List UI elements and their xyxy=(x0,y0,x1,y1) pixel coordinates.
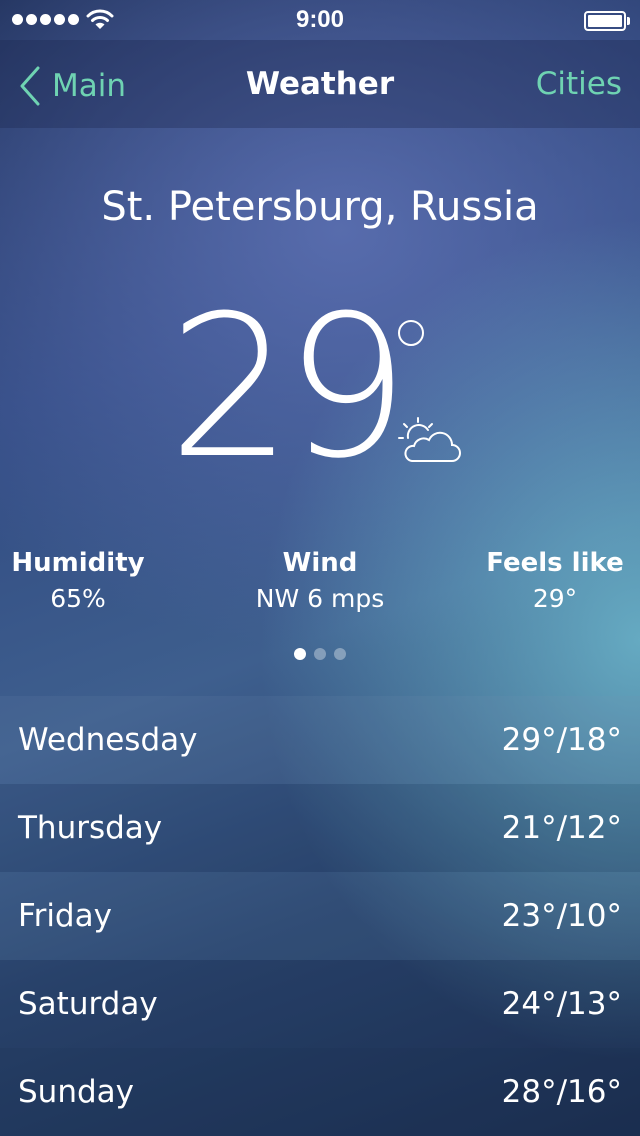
humidity-detail: Humidity 65% xyxy=(0,548,156,613)
status-bar: 9:00 xyxy=(0,0,640,40)
forecast-day: Sunday xyxy=(18,1074,134,1110)
page-indicator[interactable] xyxy=(0,648,640,660)
page-dot[interactable] xyxy=(334,648,346,660)
location-name: St. Petersburg, Russia xyxy=(101,184,539,230)
cities-button[interactable]: Cities xyxy=(536,66,622,102)
forecast-day: Friday xyxy=(18,898,112,934)
humidity-value: 65% xyxy=(50,584,106,613)
current-temperature: 29 xyxy=(168,274,409,502)
status-time: 9:00 xyxy=(295,6,345,33)
feels-like-value: 29° xyxy=(532,584,578,613)
battery-icon xyxy=(584,11,630,31)
forecast-row-thursday[interactable]: Thursday 21°/12° xyxy=(0,784,640,872)
page-dot[interactable] xyxy=(314,648,326,660)
forecast-row-sunday[interactable]: Sunday 28°/16° xyxy=(0,1048,640,1136)
degree-symbol xyxy=(398,320,424,346)
forecast-row-friday[interactable]: Friday 23°/10° xyxy=(0,872,640,960)
forecast-row-saturday[interactable]: Saturday 24°/13° xyxy=(0,960,640,1048)
forecast-row-wednesday[interactable]: Wednesday 29°/18° xyxy=(0,696,640,784)
forecast-day: Saturday xyxy=(18,986,158,1022)
partly-sunny-icon xyxy=(398,416,462,470)
forecast-temps: 23°/10° xyxy=(501,898,622,934)
forecast-day: Wednesday xyxy=(18,722,198,758)
forecast-temps: 21°/12° xyxy=(501,810,622,846)
forecast-list: Wednesday 29°/18° Thursday 21°/12° Frida… xyxy=(0,696,640,1136)
feels-like-detail: Feels like 29° xyxy=(470,548,640,613)
wind-value: NW 6 mps xyxy=(255,584,385,613)
forecast-day: Thursday xyxy=(18,810,163,846)
page-dot[interactable] xyxy=(294,648,306,660)
navigation-bar: Main Weather Cities xyxy=(0,40,640,128)
forecast-temps: 29°/18° xyxy=(501,722,622,758)
forecast-temps: 28°/16° xyxy=(501,1074,622,1110)
wind-detail: Wind NW 6 mps xyxy=(220,548,420,613)
wind-label: Wind xyxy=(282,548,358,578)
feels-like-label: Feels like xyxy=(486,548,624,578)
humidity-label: Humidity xyxy=(11,548,145,578)
forecast-temps: 24°/13° xyxy=(501,986,622,1022)
